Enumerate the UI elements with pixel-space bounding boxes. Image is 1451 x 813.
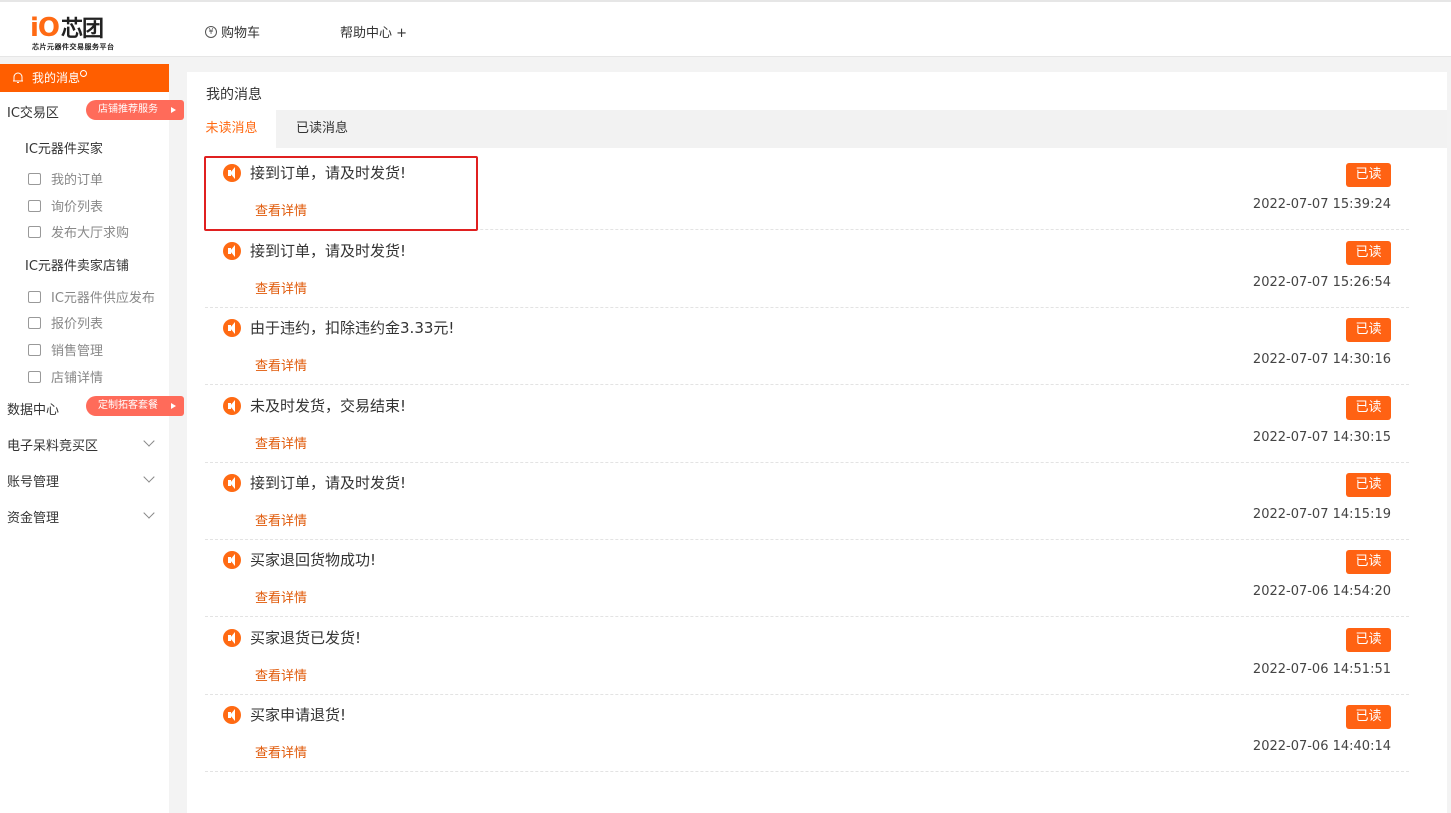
sidebar-item-label: 询价列表 (51, 200, 104, 215)
sidebar-item-account-management[interactable]: 账号管理 (7, 471, 157, 490)
nav-cart-label: 购物车 (221, 26, 261, 41)
sidebar-item-label: 发布大厅求购 (51, 226, 130, 241)
view-details-link[interactable]: 查看详情 (255, 665, 307, 684)
sidebar-item-supply-publish[interactable]: IC元器件供应发布 (28, 287, 155, 306)
logo-tagline: 芯片元器件交易服务平台 (32, 43, 115, 51)
message-item: 接到订单，请及时发货! 查看详情 已读 2022-07-07 15:26:54 (205, 230, 1409, 308)
mark-read-button[interactable]: 已读 (1346, 705, 1391, 729)
speaker-icon (223, 319, 241, 337)
chevron-down-icon (143, 507, 155, 519)
message-title: 未及时发货，交易结束! (250, 397, 407, 415)
message-time: 2022-07-06 14:40:14 (1252, 739, 1391, 754)
message-title: 买家退货已发货! (250, 629, 362, 647)
highlight-box (204, 156, 478, 231)
speaker-icon (223, 242, 241, 260)
sidebar-active-label: 我的消息 (32, 71, 81, 85)
message-item: 未及时发货，交易结束! 查看详情 已读 2022-07-07 14:30:15 (205, 385, 1409, 463)
speaker-icon (223, 706, 241, 724)
price-list-icon (28, 199, 41, 212)
sidebar-item-label: 我的订单 (51, 173, 104, 188)
message-item: 由于违约，扣除违约金3.33元! 查看详情 已读 2022-07-07 14:3… (205, 307, 1409, 385)
sidebar-item-label: 电子呆料竞买区 (7, 439, 99, 454)
view-details-link[interactable]: 查看详情 (255, 278, 307, 297)
message-item: 接到订单，请及时发货! 查看详情 已读 2022-07-07 14:15:19 (205, 462, 1409, 540)
tab-unread[interactable]: 未读消息 (187, 110, 276, 148)
message-item: 买家退货已发货! 查看详情 已读 2022-07-06 14:51:51 (205, 617, 1409, 695)
yen-icon: ¥ (205, 25, 217, 38)
sidebar-item-quote-list[interactable]: 报价列表 (28, 313, 103, 332)
view-details-link[interactable]: 查看详情 (255, 355, 307, 374)
sidebar-section-data-center[interactable]: 数据中心 (7, 399, 59, 418)
message-time: 2022-07-07 14:15:19 (1252, 507, 1391, 522)
mark-read-button[interactable]: 已读 (1346, 241, 1391, 265)
unread-dot-icon (80, 69, 88, 77)
sidebar-item-my-messages[interactable]: 我的消息 (0, 64, 169, 92)
bell-icon (13, 72, 23, 83)
sidebar-item-surplus-bidding[interactable]: 电子呆料竞买区 (7, 435, 157, 454)
mark-read-button[interactable]: 已读 (1346, 550, 1391, 574)
page-title: 我的消息 (206, 87, 262, 103)
view-details-link[interactable]: 查看详情 (255, 587, 307, 606)
sidebar-item-funds-management[interactable]: 资金管理 (7, 507, 157, 526)
mark-read-button[interactable]: 已读 (1346, 628, 1391, 652)
sidebar-item-label: 报价列表 (51, 317, 104, 332)
mark-read-button[interactable]: 已读 (1346, 396, 1391, 420)
sidebar-item-label: 资金管理 (7, 511, 60, 526)
message-title: 买家退回货物成功! (250, 551, 377, 569)
sidebar-section-ic-trade[interactable]: IC交易区 (7, 102, 59, 121)
sidebar-buyer-title: IC元器件买家 (25, 142, 103, 157)
speaker-icon (223, 397, 241, 415)
sidebar-item-label: 销售管理 (51, 344, 104, 359)
sidebar-item-shop-details[interactable]: 店铺详情 (28, 367, 103, 386)
message-title: 买家申请退货! (250, 706, 347, 724)
chevron-down-icon (143, 435, 155, 447)
message-time: 2022-07-07 15:26:54 (1252, 275, 1391, 290)
nav-help-center[interactable]: 帮助中心 + (340, 22, 407, 41)
sidebar-item-label: IC元器件供应发布 (51, 291, 155, 306)
message-item: 买家申请退货! 查看详情 已读 2022-07-06 14:40:14 (205, 694, 1409, 772)
chevron-down-icon (143, 471, 155, 483)
speaker-icon (223, 629, 241, 647)
speaker-icon (223, 551, 241, 569)
view-details-link[interactable]: 查看详情 (255, 433, 307, 452)
mark-read-button[interactable]: 已读 (1346, 318, 1391, 342)
message-tabs: 未读消息 已读消息 (187, 110, 1447, 148)
message-title: 接到订单，请及时发货! (250, 242, 407, 260)
tab-read[interactable]: 已读消息 (276, 110, 368, 148)
sidebar-item-sales-management[interactable]: 销售管理 (28, 340, 103, 359)
nav-cart-link[interactable]: ¥ 购物车 (205, 22, 260, 41)
view-details-link[interactable]: 查看详情 (255, 742, 307, 761)
sidebar-seller-title: IC元器件卖家店铺 (25, 259, 129, 274)
edit-doc-icon (28, 225, 41, 238)
sidebar-item-post-request[interactable]: 发布大厅求购 (28, 222, 129, 241)
custom-package-badge[interactable]: 定制拓客套餐 (86, 396, 184, 416)
sidebar-item-inquiry-list[interactable]: 询价列表 (28, 196, 103, 215)
logo-brand-cn: 芯团 (61, 17, 104, 42)
logo[interactable]: iO芯团 芯片元器件交易服务平台 (30, 14, 130, 54)
message-item: 买家退回货物成功! 查看详情 已读 2022-07-06 14:54:20 (205, 539, 1409, 617)
sidebar: 我的消息 IC交易区 店铺推荐服务 IC元器件买家 我的订单 询价列表 发布大厅… (0, 64, 184, 813)
sidebar-item-label: 账号管理 (7, 475, 60, 490)
quote-icon (28, 316, 41, 329)
truck-icon (28, 290, 41, 303)
mark-read-button[interactable]: 已读 (1346, 163, 1391, 187)
sales-icon (28, 343, 41, 356)
view-details-link[interactable]: 查看详情 (255, 510, 307, 529)
shop-icon (28, 370, 41, 383)
speaker-icon (223, 474, 241, 492)
message-time: 2022-07-06 14:51:51 (1252, 662, 1391, 677)
message-title: 由于违约，扣除违约金3.33元! (250, 319, 455, 337)
message-time: 2022-07-07 14:30:16 (1252, 352, 1391, 367)
message-time: 2022-07-07 14:30:15 (1252, 430, 1391, 445)
sidebar-item-my-orders[interactable]: 我的订单 (28, 169, 103, 188)
logo-brand-latin: iO (30, 13, 60, 43)
mark-read-button[interactable]: 已读 (1346, 473, 1391, 497)
sidebar-item-label: 店铺详情 (51, 371, 104, 386)
message-time: 2022-07-06 14:54:20 (1252, 584, 1391, 599)
top-bar: iO芯团 芯片元器件交易服务平台 ¥ 购物车 帮助中心 + (0, 0, 1451, 57)
box-icon (28, 172, 41, 185)
message-time: 2022-07-07 15:39:24 (1252, 197, 1391, 212)
shop-recommend-badge[interactable]: 店铺推荐服务 (86, 100, 184, 120)
message-title: 接到订单，请及时发货! (250, 474, 407, 492)
